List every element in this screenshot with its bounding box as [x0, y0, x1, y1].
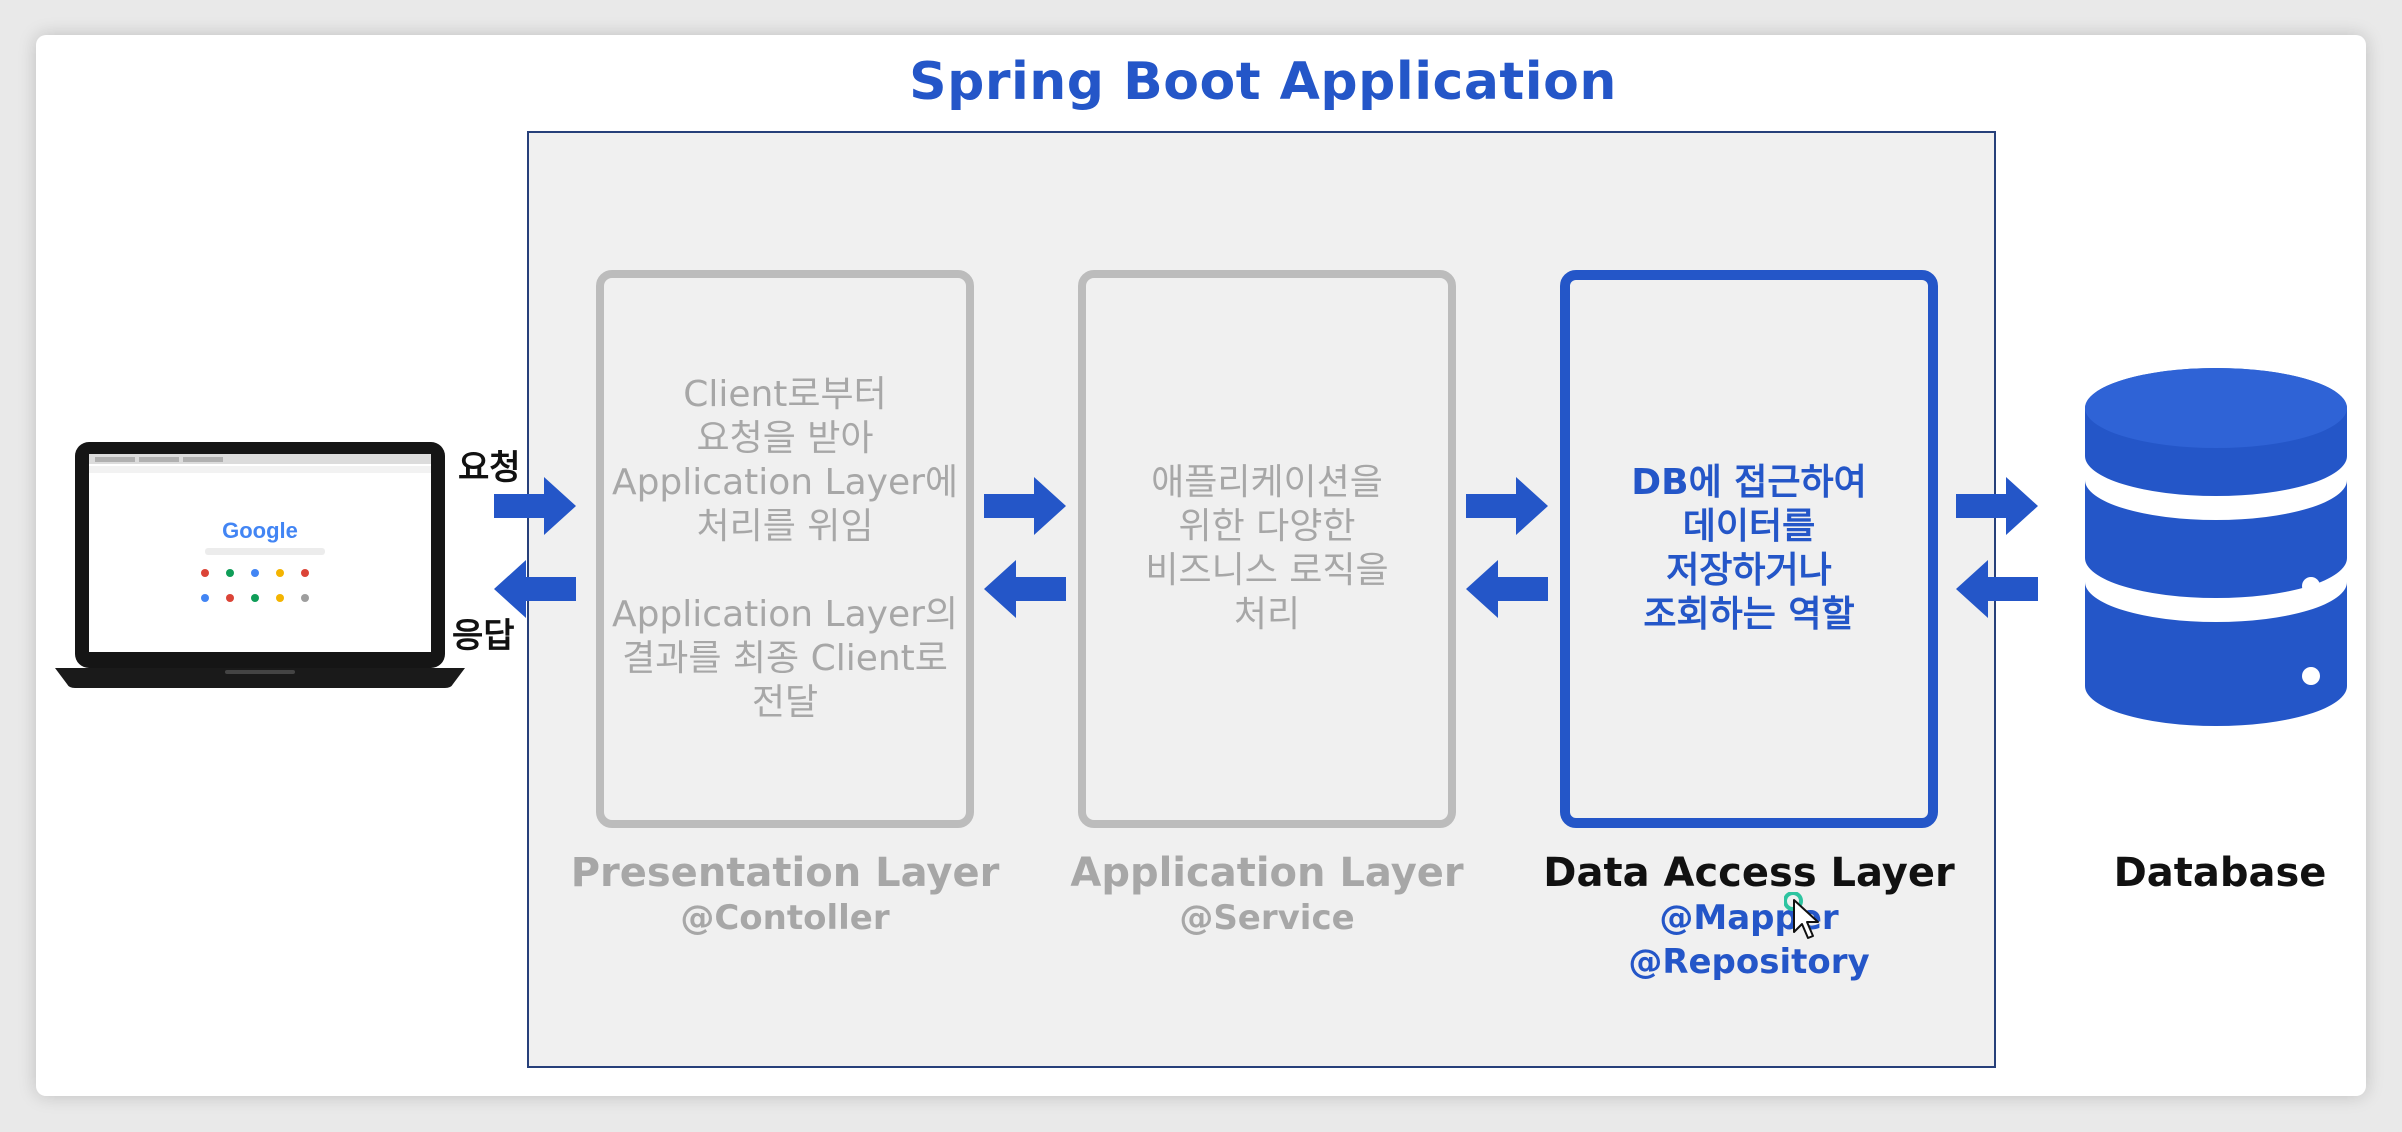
presentation-description-line: Application Layer에	[611, 462, 959, 503]
mapper-annotation: @Mapper	[1659, 898, 1839, 938]
data-access-layer-name: Data Access Layer	[1543, 850, 1955, 896]
arrow-right-icon	[1956, 477, 2038, 535]
data-access-layer-box: DB에 접근하여 데이터를 저장하거나 조회하는 역할	[1560, 270, 1938, 828]
data-access-description-line: 데이터를	[1682, 506, 1816, 547]
laptop-icon: Google	[55, 442, 465, 688]
presentation-layer-caption: Presentation Layer @Contoller	[565, 850, 1005, 940]
presentation-layer-name: Presentation Layer	[570, 850, 1000, 896]
data-access-layer-caption: Data Access Layer @Mapper @Repository	[1529, 850, 1969, 984]
presentation-description-line: 결과를 최종 Client로	[622, 638, 948, 679]
presentation-description-line: 처리를 위임	[696, 506, 874, 547]
presentation-description-line: Application Layer의	[611, 594, 959, 635]
application-description-line: 처리	[1233, 594, 1301, 635]
data-access-description-line: 저장하거나	[1666, 550, 1832, 591]
arrow-right-icon	[494, 477, 576, 535]
arrow-left-icon	[1466, 560, 1548, 618]
repository-annotation: @Repository	[1628, 942, 1870, 982]
presentation-description-line: 요청을 받아	[696, 418, 874, 459]
presentation-layer-box: Client로부터 요청을 받아 Application Layer에 처리를 …	[596, 270, 974, 828]
application-layer-box: 애플리케이션을 위한 다양한 비즈니스 로직을 처리	[1078, 270, 1456, 828]
database-label: Database	[2113, 850, 2327, 896]
mouse-cursor-icon	[1784, 892, 1819, 939]
application-layer-name: Application Layer	[1070, 850, 1464, 896]
application-layer-caption: Application Layer @Service	[1047, 850, 1487, 940]
arrow-right-icon	[984, 477, 1066, 535]
application-description-line: 비즈니스 로직을	[1145, 550, 1389, 591]
arrow-right-icon	[1466, 477, 1548, 535]
presentation-layer-annotation: @Contoller	[680, 898, 890, 938]
database-caption: Database	[2000, 850, 2402, 896]
application-description-line: 위한 다양한	[1178, 506, 1356, 547]
presentation-description-line: Client로부터	[683, 374, 887, 415]
arrow-left-icon	[1956, 560, 2038, 618]
presentation-description-line: 전달	[751, 682, 819, 723]
data-access-description-line: 조회하는 역할	[1643, 594, 1855, 635]
arrow-left-icon	[984, 560, 1066, 618]
arrow-left-icon	[494, 560, 576, 618]
database-icon	[2085, 368, 2347, 726]
data-access-description-line: DB에 접근하여	[1631, 462, 1867, 503]
browser-logo: Google	[222, 518, 298, 543]
diagram-title: Spring Boot Application	[909, 52, 1617, 112]
application-layer-annotation: @Service	[1179, 898, 1355, 938]
application-description-line: 애플리케이션을	[1151, 462, 1383, 503]
